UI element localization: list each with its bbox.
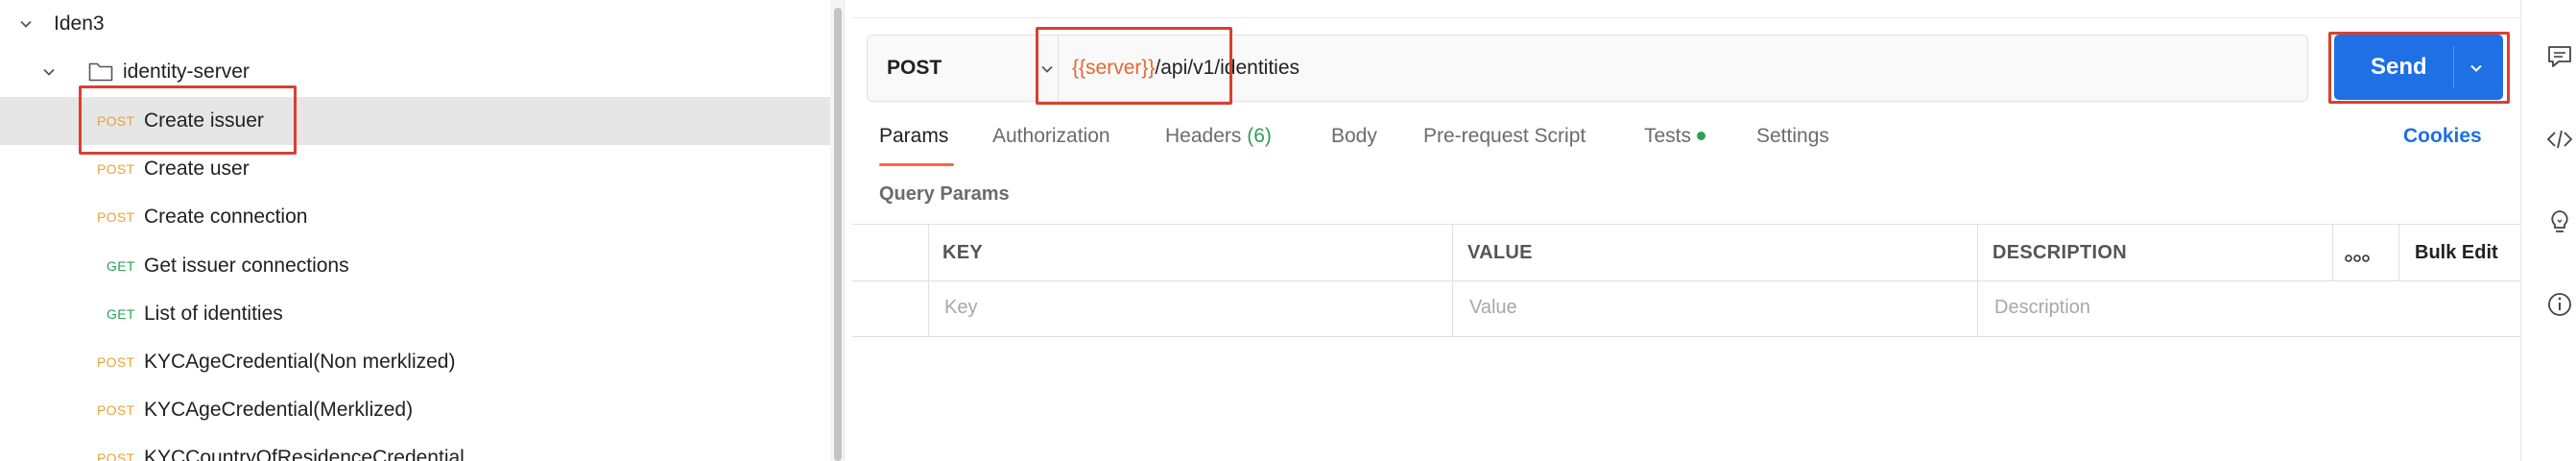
send-split-divider: [2453, 46, 2454, 88]
headers-count: (6): [1247, 125, 1272, 147]
more-horizontal-icon[interactable]: [2345, 250, 2370, 267]
collection-sidebar: Iden3 identity-server POST Create issuer…: [0, 0, 830, 461]
table-header-row: KEY VALUE DESCRIPTION Bulk Edit: [852, 224, 2520, 281]
folder-row-identity-server[interactable]: identity-server: [0, 48, 830, 96]
query-params-title: Query Params: [879, 183, 1010, 205]
request-editor: POST {{server}}/api/v1/identities Send P…: [852, 0, 2520, 461]
request-item-create-user[interactable]: POST Create user: [0, 145, 830, 193]
info-icon[interactable]: [2545, 290, 2574, 319]
comment-icon[interactable]: [2545, 42, 2574, 71]
code-icon[interactable]: [2545, 125, 2574, 154]
tab-params[interactable]: Params: [879, 125, 948, 148]
send-button[interactable]: Send: [2371, 54, 2427, 81]
request-label: Create user: [144, 158, 250, 180]
tab-tests[interactable]: Tests: [1644, 125, 1706, 148]
method-badge: POST: [97, 354, 135, 370]
key-input[interactable]: Key: [944, 297, 977, 319]
chevron-down-icon[interactable]: [1040, 62, 1054, 81]
collection-row-iden3[interactable]: Iden3: [0, 0, 830, 48]
method-badge: POST: [97, 161, 135, 177]
description-input[interactable]: Description: [1994, 297, 2090, 319]
collection-name: Iden3: [54, 12, 105, 35]
method-value: POST: [887, 57, 942, 79]
request-item-kyc-country-of-residence[interactable]: POST KYCCountryOfResidenceCredential: [0, 434, 830, 461]
method-badge: POST: [97, 450, 135, 461]
request-label: Create issuer: [144, 109, 264, 132]
request-label: KYCCountryOfResidenceCredential: [144, 447, 465, 461]
request-item-kyc-age-non-merklized[interactable]: POST KYCAgeCredential(Non merklized): [0, 338, 830, 386]
column-header-value: VALUE: [1467, 242, 1533, 263]
send-button-group: Send: [2334, 35, 2503, 100]
request-item-list-of-identities[interactable]: GET List of identities: [0, 290, 830, 338]
value-input[interactable]: Value: [1469, 297, 1517, 319]
sidebar-scrollbar-thumb[interactable]: [834, 8, 842, 461]
tab-tests-label: Tests: [1644, 125, 1692, 147]
tab-headers-label: Headers: [1165, 125, 1242, 147]
pane-divider[interactable]: [844, 0, 852, 461]
url-input[interactable]: {{server}}/api/v1/identities: [1072, 36, 1300, 101]
tests-status-dot: [1697, 131, 1706, 140]
method-badge: GET: [107, 258, 135, 274]
url-divider: [1058, 36, 1059, 101]
table-row: Key Value Description: [852, 280, 2520, 337]
tab-authorization[interactable]: Authorization: [992, 125, 1110, 148]
tab-pre-request-script[interactable]: Pre-request Script: [1423, 125, 1586, 148]
chevron-down-icon[interactable]: [19, 17, 33, 31]
request-label: Get issuer connections: [144, 255, 349, 277]
folder-icon: [88, 61, 113, 86]
request-label: KYCAgeCredential(Non merklized): [144, 351, 456, 373]
chevron-down-icon[interactable]: [2469, 61, 2484, 80]
right-context-bar: [2520, 0, 2576, 461]
method-select[interactable]: POST: [868, 36, 1054, 101]
tab-settings[interactable]: Settings: [1756, 125, 1829, 148]
cookies-link[interactable]: Cookies: [2403, 125, 2482, 148]
method-badge: POST: [97, 402, 135, 418]
column-header-key: KEY: [942, 242, 984, 263]
request-item-get-issuer-connections[interactable]: GET Get issuer connections: [0, 242, 830, 290]
request-item-create-issuer[interactable]: POST Create issuer: [0, 97, 830, 145]
top-strip: [852, 0, 2520, 18]
method-badge: GET: [107, 306, 135, 322]
request-item-kyc-age-merklized[interactable]: POST KYCAgeCredential(Merklized): [0, 386, 830, 434]
method-badge: POST: [97, 209, 135, 225]
request-label: KYCAgeCredential(Merklized): [144, 399, 414, 421]
chevron-down-icon[interactable]: [42, 65, 56, 79]
folder-name: identity-server: [123, 61, 250, 83]
active-tab-indicator: [879, 163, 954, 166]
url-bar: POST {{server}}/api/v1/identities: [867, 35, 2308, 102]
request-label: Create connection: [144, 206, 308, 228]
url-path: /api/v1/identities: [1155, 57, 1300, 79]
bulk-edit-button[interactable]: Bulk Edit: [2415, 242, 2498, 264]
request-item-create-connection[interactable]: POST Create connection: [0, 193, 830, 241]
method-badge: POST: [97, 113, 135, 129]
request-label: List of identities: [144, 303, 283, 325]
tab-headers[interactable]: Headers (6): [1165, 125, 1272, 148]
column-header-description: DESCRIPTION: [1992, 242, 2127, 263]
tab-body[interactable]: Body: [1331, 125, 1377, 148]
lightbulb-icon[interactable]: [2545, 207, 2574, 236]
url-variable: {{server}}: [1072, 57, 1156, 79]
